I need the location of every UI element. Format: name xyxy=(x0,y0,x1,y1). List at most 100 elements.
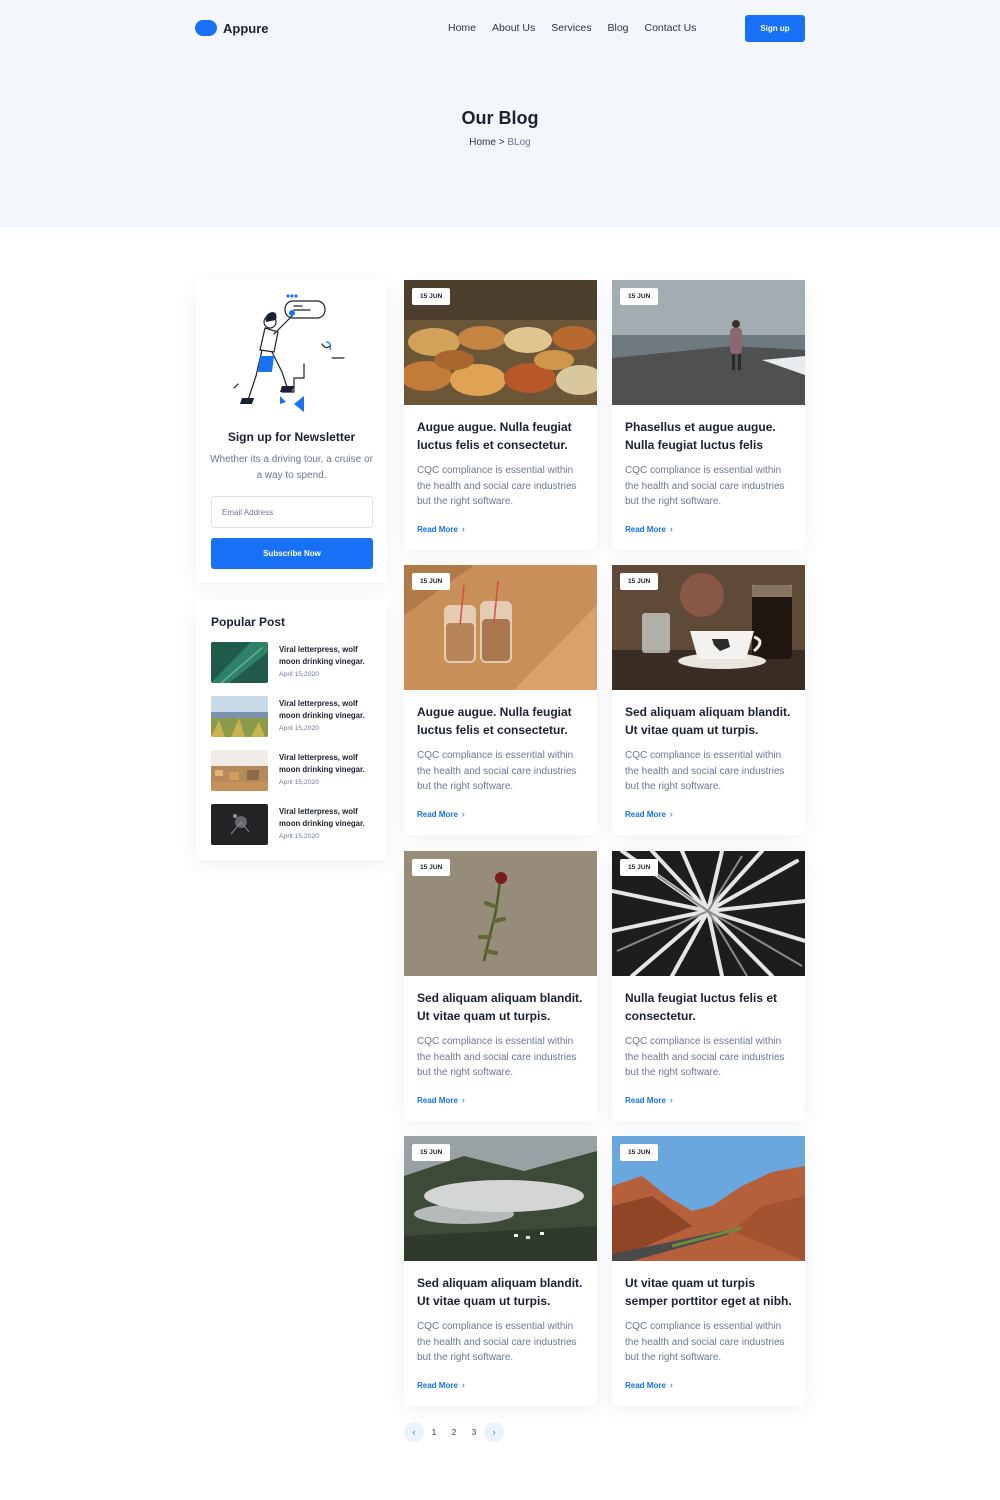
read-more-label: Read More xyxy=(417,1380,458,1390)
read-more-link[interactable]: Read More › xyxy=(625,524,673,534)
pagination: ‹ 1 2 3 › xyxy=(404,1422,504,1442)
chevron-right-icon: › xyxy=(669,1380,673,1390)
read-more-label: Read More xyxy=(625,1095,666,1105)
nav-services[interactable]: Services xyxy=(551,22,591,34)
post-date-badge: 15 JUN xyxy=(412,859,451,876)
blog-post-image[interactable]: 15 JUN xyxy=(404,565,597,690)
nav-contact-us[interactable]: Contact Us xyxy=(645,22,697,34)
blog-post-image[interactable]: 15 JUN xyxy=(404,851,597,976)
chevron-right-icon: › xyxy=(461,809,465,819)
main-nav: Home About Us Services Blog Contact Us xyxy=(448,22,696,34)
chevron-right-icon: › xyxy=(461,1380,465,1390)
newsletter-widget: Sign up for Newsletter Whether its a dri… xyxy=(196,280,387,583)
post-title[interactable]: Phasellus et augue augue. Nulla feugiat … xyxy=(625,418,795,454)
chevron-left-icon[interactable]: ‹ xyxy=(404,1422,424,1442)
read-more-label: Read More xyxy=(625,524,666,534)
post-excerpt: CQC compliance is essential within the h… xyxy=(417,465,577,508)
blog-post-card[interactable]: 15 JUN Sed aliquam aliquam blandit. Ut v… xyxy=(404,1136,597,1406)
popular-post-item[interactable]: Viral letterpress, wolf moon drinking vi… xyxy=(211,642,376,684)
nav-blog[interactable]: Blog xyxy=(607,22,628,34)
page-title: Our Blog xyxy=(461,108,539,128)
post-excerpt: CQC compliance is essential within the h… xyxy=(417,750,577,793)
read-more-label: Read More xyxy=(625,1380,666,1390)
blog-post-image[interactable]: 15 JUN xyxy=(612,851,805,976)
blog-post-image[interactable]: 15 JUN xyxy=(404,280,597,405)
nav-home[interactable]: Home xyxy=(448,22,476,34)
blog-post-image[interactable]: 15 JUN xyxy=(612,1136,805,1261)
blog-post-card[interactable]: 15 JUN Nulla feugiat luctus felis et con… xyxy=(612,851,805,1121)
popular-posts-title: Popular Post xyxy=(211,615,286,629)
subscribe-button[interactable]: Subscribe Now xyxy=(211,538,373,569)
post-date-badge: 15 JUN xyxy=(620,288,659,305)
read-more-link[interactable]: Read More › xyxy=(625,809,673,819)
read-more-link[interactable]: Read More › xyxy=(625,1380,673,1390)
sign-up-button[interactable]: Sign up xyxy=(745,15,805,42)
post-title[interactable]: Ut vitae quam ut turpis semper porttitor… xyxy=(625,1274,795,1310)
post-title[interactable]: Sed aliquam aliquam blandit. Ut vitae qu… xyxy=(417,1274,587,1310)
read-more-link[interactable]: Read More › xyxy=(625,1095,673,1105)
chevron-right-icon[interactable]: › xyxy=(484,1422,504,1442)
blog-post-image[interactable]: 15 JUN xyxy=(404,1136,597,1261)
post-date-badge: 15 JUN xyxy=(412,1144,451,1161)
page-header: Appure Home About Us Services Blog Conta… xyxy=(0,0,1000,228)
post-title[interactable]: Sed aliquam aliquam blandit. Ut vitae qu… xyxy=(417,989,587,1025)
blog-post-card[interactable]: 15 JUN Sed aliquam aliquam blandit. Ut v… xyxy=(404,851,597,1121)
post-date-badge: 15 JUN xyxy=(412,288,451,305)
newsletter-description: Whether its a driving tour, a cruise or … xyxy=(210,454,373,481)
nav-about-us[interactable]: About Us xyxy=(492,22,535,34)
post-excerpt: CQC compliance is essential within the h… xyxy=(625,1321,785,1364)
read-more-link[interactable]: Read More › xyxy=(417,1095,465,1105)
post-excerpt: CQC compliance is essential within the h… xyxy=(417,1036,577,1079)
email-field[interactable] xyxy=(211,496,373,528)
popular-post-date: April 15,2020 xyxy=(279,833,320,840)
read-more-link[interactable]: Read More › xyxy=(417,1380,465,1390)
post-date-badge: 15 JUN xyxy=(412,573,451,590)
chevron-right-icon: › xyxy=(669,809,673,819)
breadcrumb: Home > BLog xyxy=(0,137,1000,148)
post-title[interactable]: Augue augue. Nulla feugiat luctus felis … xyxy=(417,418,587,454)
post-date-badge: 15 JUN xyxy=(620,1144,659,1161)
chevron-right-icon: › xyxy=(669,1095,673,1105)
blog-post-card[interactable]: 15 JUN Sed aliquam aliquam blandit. Ut v… xyxy=(612,565,805,835)
brand-name: Appure xyxy=(223,20,269,36)
blog-post-image[interactable]: 15 JUN xyxy=(612,280,805,405)
brand-logo[interactable]: Appure xyxy=(195,20,269,36)
breadcrumb-separator: > xyxy=(495,137,508,148)
post-title[interactable]: Nulla feugiat luctus felis et consectetu… xyxy=(625,989,795,1025)
popular-post-title: Viral letterpress, wolf moon drinking vi… xyxy=(279,699,365,720)
blog-post-card[interactable]: 15 JUN Phasellus et augue augue. Nulla f… xyxy=(612,280,805,550)
popular-post-thumbnail xyxy=(211,750,268,791)
popular-post-item[interactable]: Viral letterpress, wolf moon drinking vi… xyxy=(211,750,376,792)
read-more-link[interactable]: Read More › xyxy=(417,809,465,819)
newsletter-title: Sign up for Newsletter xyxy=(227,430,356,444)
popular-post-title: Viral letterpress, wolf moon drinking vi… xyxy=(279,753,365,774)
popular-post-thumbnail xyxy=(211,696,268,737)
popular-post-date: April 15,2020 xyxy=(279,779,320,786)
breadcrumb-home[interactable]: Home xyxy=(469,137,496,148)
post-title[interactable]: Sed aliquam aliquam blandit. Ut vitae qu… xyxy=(625,703,795,739)
page-2[interactable]: 2 xyxy=(444,1422,464,1442)
page-1[interactable]: 1 xyxy=(424,1422,444,1442)
read-more-link[interactable]: Read More › xyxy=(417,524,465,534)
blog-post-card[interactable]: 15 JUN Augue augue. Nulla feugiat luctus… xyxy=(404,565,597,835)
read-more-label: Read More xyxy=(417,809,458,819)
popular-post-title: Viral letterpress, wolf moon drinking vi… xyxy=(279,807,365,828)
breadcrumb-current: BLog xyxy=(507,137,531,148)
post-excerpt: CQC compliance is essential within the h… xyxy=(625,1036,785,1079)
chevron-right-icon: › xyxy=(461,1095,465,1105)
post-title[interactable]: Augue augue. Nulla feugiat luctus felis … xyxy=(417,703,587,739)
popular-post-item[interactable]: Viral letterpress, wolf moon drinking vi… xyxy=(211,696,376,738)
blog-post-card[interactable]: 15 JUN Ut vitae quam ut turpis semper po… xyxy=(612,1136,805,1406)
post-excerpt: CQC compliance is essential within the h… xyxy=(625,750,785,793)
popular-post-date: April 15,2020 xyxy=(279,671,320,678)
blog-post-image[interactable]: 15 JUN xyxy=(612,565,805,690)
chevron-right-icon: › xyxy=(669,524,673,534)
popular-post-title: Viral letterpress, wolf moon drinking vi… xyxy=(279,645,365,666)
page-3[interactable]: 3 xyxy=(464,1422,484,1442)
popular-posts-widget: Popular Post Viral letterpress, wolf moo… xyxy=(196,600,387,860)
newsletter-illustration xyxy=(233,294,345,412)
post-date-badge: 15 JUN xyxy=(620,859,659,876)
post-date-badge: 15 JUN xyxy=(620,573,659,590)
popular-post-item[interactable]: Viral letterpress, wolf moon drinking vi… xyxy=(211,804,376,846)
blog-post-card[interactable]: 15 JUN Augue augue. Nulla feugiat luctus… xyxy=(404,280,597,550)
